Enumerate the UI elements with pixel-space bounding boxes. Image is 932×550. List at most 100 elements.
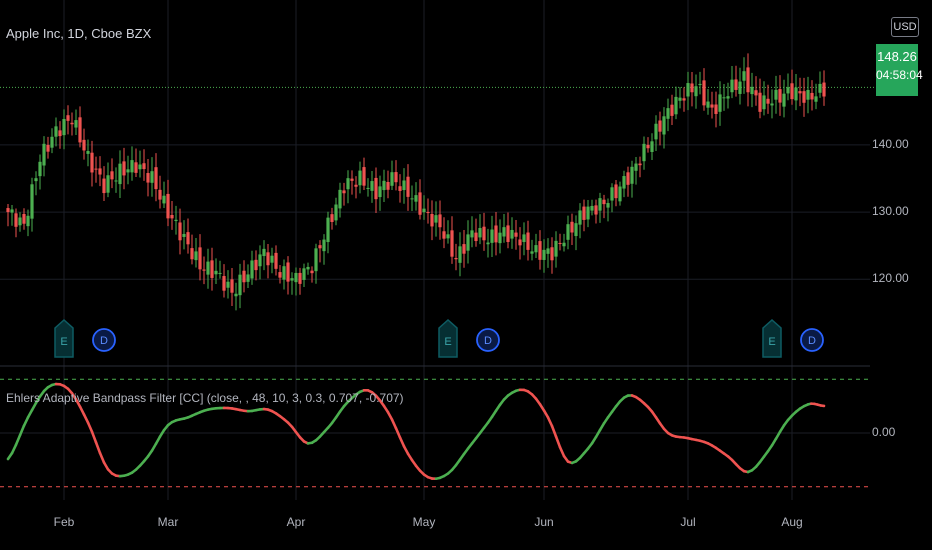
candle-body-114 <box>462 244 466 254</box>
candle-body-184 <box>742 71 746 81</box>
candle-body-14 <box>62 118 66 136</box>
osc-segment-3 <box>18 424 26 437</box>
osc-y-tick-label-0: 0.00 <box>872 425 896 439</box>
candle-body-91 <box>370 181 374 191</box>
candle-body-82 <box>334 204 338 221</box>
candle-body-39 <box>162 195 166 204</box>
candle-body-117 <box>474 232 478 242</box>
candle-body-202 <box>814 96 818 102</box>
candle-body-19 <box>82 139 86 151</box>
candle-body-83 <box>338 189 342 209</box>
candle-body-186 <box>750 86 754 95</box>
chart-canvas[interactable]: EDEDED <box>0 0 932 550</box>
candle-body-90 <box>366 187 370 189</box>
candle-body-141 <box>570 221 574 233</box>
candle-body-105 <box>426 212 430 214</box>
candle-body-71 <box>290 278 294 281</box>
candle-body-38 <box>158 189 162 200</box>
candle-body-166 <box>670 104 674 116</box>
candle-body-132 <box>534 245 538 253</box>
candle-body-145 <box>586 206 590 220</box>
osc-segment-18 <box>78 405 86 416</box>
candle-body-77 <box>314 248 318 272</box>
candle-body-54 <box>222 276 226 291</box>
candle-body-127 <box>514 232 518 237</box>
candle-body-17 <box>74 120 78 128</box>
candle-body-135 <box>546 248 550 254</box>
candle-body-113 <box>458 246 462 263</box>
candle-body-72 <box>294 272 298 283</box>
candle-body-158 <box>638 163 642 166</box>
candle-body-106 <box>430 214 434 227</box>
candle-body-50 <box>206 261 210 275</box>
candle-body-2 <box>14 213 18 227</box>
candle-body-15 <box>66 115 70 121</box>
candle-body-66 <box>270 255 274 263</box>
candle-body-8 <box>38 161 42 177</box>
candle-body-61 <box>250 260 254 279</box>
candle-body-151 <box>610 187 614 201</box>
osc-segment-138 <box>558 445 566 458</box>
candle-body-170 <box>686 83 690 97</box>
candle-body-56 <box>230 279 234 293</box>
candle-body-94 <box>382 180 386 191</box>
candle-body-152 <box>614 184 618 199</box>
candle-body-140 <box>566 224 570 240</box>
candle-body-123 <box>498 232 502 244</box>
candle-body-64 <box>262 248 266 257</box>
candle-body-165 <box>666 108 670 119</box>
y-tick-label-0: 140.00 <box>872 136 909 151</box>
candle-body-49 <box>202 269 206 271</box>
indicator-title[interactable]: Ehlers Adaptive Bandpass Filter [CC] (cl… <box>6 391 404 405</box>
osc-segment-135 <box>546 416 554 428</box>
dividend-marker-1: D <box>92 328 116 352</box>
candle-body-187 <box>754 90 758 96</box>
osc-segment-1 <box>10 443 18 455</box>
candle-body-63 <box>258 254 262 267</box>
candle-body-98 <box>398 186 402 191</box>
candle-body-67 <box>274 252 278 269</box>
candle-body-36 <box>150 171 154 183</box>
candle-body-81 <box>330 214 334 222</box>
osc-segment-4 <box>22 416 30 427</box>
candle-body-101 <box>410 198 414 200</box>
candle-body-78 <box>318 245 322 249</box>
candle-body-115 <box>466 234 470 251</box>
osc-segment-22 <box>94 441 102 455</box>
candle-body-32 <box>134 162 138 173</box>
candle-body-16 <box>70 122 74 125</box>
osc-segment-97 <box>394 426 402 439</box>
candle-body-142 <box>574 223 578 237</box>
candle-body-24 <box>102 178 106 194</box>
candle-body-173 <box>698 83 702 85</box>
currency-badge[interactable]: USD <box>891 17 919 37</box>
candle-body-155 <box>626 172 630 185</box>
event-label: D <box>808 335 816 347</box>
chart-title: Apple Inc, 1D, Cboe BZX <box>6 26 152 41</box>
osc-segment-136 <box>550 424 558 438</box>
candle-body-172 <box>694 86 698 97</box>
candle-body-109 <box>442 231 446 239</box>
candle-body-174 <box>702 80 706 106</box>
event-label: D <box>100 335 108 347</box>
candle-body-46 <box>190 248 194 260</box>
candle-body-3 <box>18 217 22 226</box>
candle-body-70 <box>286 262 290 282</box>
candle-body-100 <box>406 176 410 197</box>
candle-body-97 <box>394 172 398 183</box>
candle-body-122 <box>494 225 498 243</box>
event-label: D <box>484 335 492 347</box>
candle-body-23 <box>98 168 102 175</box>
candle-body-129 <box>522 234 526 243</box>
candle-body-183 <box>738 81 742 94</box>
osc-segment-96 <box>390 418 398 430</box>
dividend-marker-3: D <box>476 328 500 352</box>
candle-body-200 <box>806 89 810 100</box>
earnings-marker-4: E <box>762 318 782 358</box>
event-label: E <box>60 336 67 348</box>
candle-body-86 <box>350 178 354 181</box>
osc-segment-20 <box>86 421 94 434</box>
x-tick-label-2: Apr <box>286 515 306 529</box>
candle-body-196 <box>790 83 794 100</box>
candle-body-92 <box>374 177 378 200</box>
